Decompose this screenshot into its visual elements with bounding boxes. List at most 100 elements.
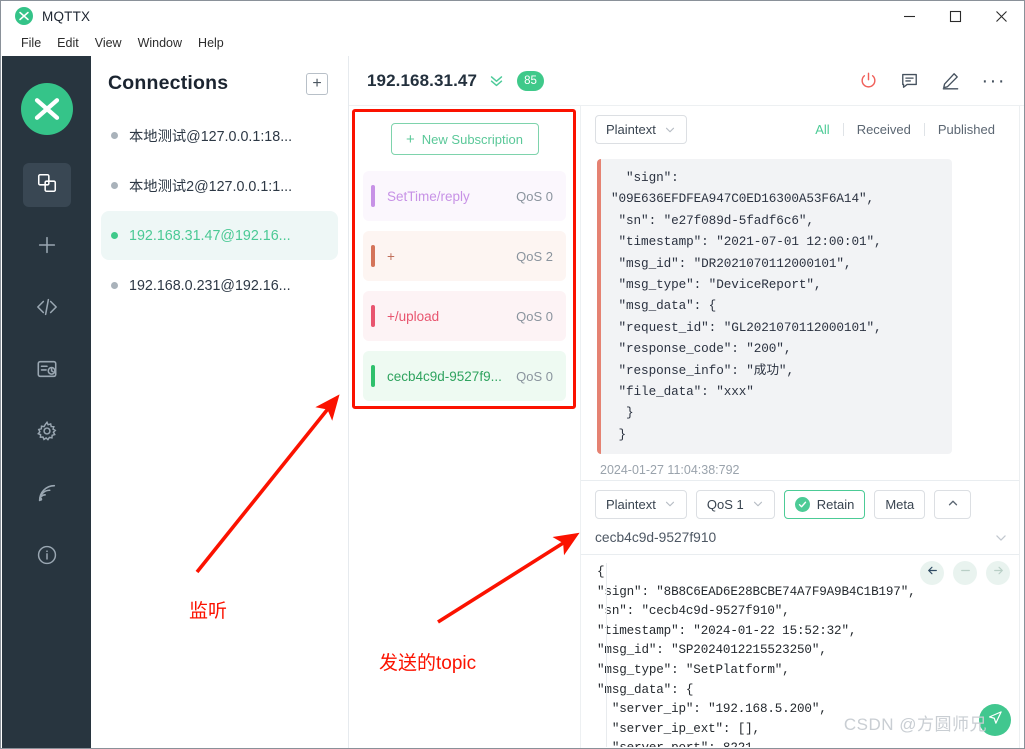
publish-qos-value: QoS 1 [706, 496, 744, 512]
connections-panel: Connections + 本地测试@127.0.0.1:18... 本地测试2… [91, 56, 349, 748]
annotation-label-listen: 监听 [189, 601, 228, 622]
list-item[interactable]: 本地测试2@127.0.0.1:1... [101, 161, 338, 210]
publish-format-value: Plaintext [606, 496, 656, 512]
connections-icon [36, 172, 58, 199]
messages-panel: Plaintext All Received Published "sign":… [581, 106, 1024, 481]
rail-item-new-connection[interactable] [23, 225, 71, 269]
mqttx-logo-icon [20, 83, 73, 135]
app-title: MQTTX [42, 8, 91, 24]
chevron-down-icon [752, 498, 764, 510]
connections-list: 本地测试@127.0.0.1:18... 本地测试2@127.0.0.1:1..… [91, 111, 348, 310]
subscription-topic: + [387, 248, 395, 264]
rail-item-settings[interactable] [23, 411, 71, 455]
message-icon[interactable] [900, 71, 919, 90]
collapse-publish-button[interactable] [934, 489, 972, 519]
status-dot-icon [111, 282, 118, 289]
editor-indent-guide [606, 563, 607, 747]
connections-header: Connections + [91, 56, 348, 111]
minus-icon [959, 564, 972, 582]
arrow-right-icon [992, 564, 1005, 582]
publish-format-select[interactable]: Plaintext [595, 489, 687, 519]
subscription-qos: QoS 0 [516, 188, 553, 204]
list-item[interactable]: cecb4c9d-9527f9... QoS 0 [363, 351, 566, 401]
messages-toolbar: Plaintext All Received Published [581, 106, 1024, 153]
subscription-list: SetTime/reply QoS 0 + QoS 2 +/upload QoS… [349, 155, 580, 401]
list-item[interactable]: 192.168.31.47@192.16... [101, 211, 338, 260]
mqttx-logo-icon [15, 7, 33, 25]
add-connection-button[interactable]: + [306, 72, 328, 95]
messages-scroll-area[interactable]: "sign": "09E636EFDFEA947C0ED16300A53F6A1… [581, 153, 1024, 481]
check-icon [794, 496, 810, 512]
plus-icon: + [406, 130, 415, 148]
status-dot-icon [111, 232, 118, 239]
maximize-icon[interactable] [932, 1, 978, 31]
status-dot-icon [111, 182, 118, 189]
publish-topic-value: cecb4c9d-9527f910 [595, 530, 717, 545]
filter-received[interactable]: Received [844, 122, 924, 137]
rail-item-scripts[interactable] [23, 287, 71, 331]
edit-icon[interactable] [941, 71, 960, 90]
retain-label: Retain [816, 496, 855, 512]
new-subscription-label: New Subscription [421, 131, 523, 147]
chevron-down-icon [664, 498, 676, 510]
message-timestamp: 2024-01-27 11:04:38:792 [600, 463, 740, 478]
subscription-color-bar [371, 245, 375, 267]
editor-back-button[interactable] [920, 561, 944, 585]
list-item[interactable]: SetTime/reply QoS 0 [363, 171, 566, 221]
list-item[interactable]: + QoS 2 [363, 231, 566, 281]
menu-view[interactable]: View [87, 33, 130, 54]
list-item[interactable]: 192.168.0.231@192.16... [101, 261, 338, 310]
subscription-qos: QoS 2 [516, 248, 553, 264]
publish-toolbar: Plaintext QoS 1 Retain Meta [581, 481, 1024, 521]
filter-published[interactable]: Published [925, 122, 1008, 137]
plus-icon [36, 234, 58, 261]
more-options-button[interactable]: ··· [982, 71, 1006, 91]
status-badge: 85 [517, 70, 545, 91]
menu-window[interactable]: Window [130, 33, 190, 54]
new-subscription-button[interactable]: + New Subscription [390, 123, 539, 155]
list-item[interactable]: +/upload QoS 0 [363, 291, 566, 341]
publish-topic-input[interactable]: cecb4c9d-9527f910 [581, 521, 1024, 555]
subscription-topic: cecb4c9d-9527f9... [387, 368, 502, 384]
subscription-topic: +/upload [387, 308, 440, 324]
meta-button[interactable]: Meta [874, 489, 926, 519]
power-icon[interactable] [859, 71, 878, 90]
chevron-down-icon [664, 124, 676, 136]
editor-minus-button[interactable] [953, 561, 977, 585]
chevron-up-icon [947, 497, 959, 512]
broadcast-icon [36, 482, 58, 509]
publish-panel: Plaintext QoS 1 Retain Meta cecb4c9d-952… [581, 481, 1024, 748]
rail-item-broadcast[interactable] [23, 473, 71, 517]
chevron-double-down-icon[interactable] [488, 72, 505, 89]
vertical-scrollbar[interactable] [1019, 106, 1024, 748]
list-item[interactable]: 本地测试@127.0.0.1:18... [101, 111, 338, 160]
log-icon [36, 358, 58, 385]
editor-forward-button[interactable] [986, 561, 1010, 585]
rail-item-log[interactable] [23, 349, 71, 393]
status-dot-icon [111, 132, 118, 139]
connection-name: 192.168.31.47@192.16... [129, 227, 291, 244]
filter-all[interactable]: All [802, 122, 842, 137]
message-filters: All Received Published [802, 122, 1008, 137]
connection-name: 本地测试@127.0.0.1:18... [129, 129, 293, 145]
menu-help[interactable]: Help [190, 33, 232, 54]
message-format-value: Plaintext [606, 122, 656, 137]
menu-edit[interactable]: Edit [49, 33, 87, 54]
message-format-select[interactable]: Plaintext [595, 115, 687, 144]
connection-name: 192.168.0.231@192.16... [129, 277, 291, 294]
menu-file[interactable]: File [13, 33, 49, 54]
rail-item-about[interactable] [23, 535, 71, 579]
rail-items [2, 163, 91, 597]
close-icon[interactable] [978, 1, 1024, 31]
subscription-color-bar [371, 365, 375, 387]
menu-bar: File Edit View Window Help [1, 31, 1024, 56]
retain-toggle[interactable]: Retain [783, 489, 866, 519]
message-bubble[interactable]: "sign": "09E636EFDFEA947C0ED16300A53F6A1… [597, 159, 952, 455]
info-icon [36, 544, 58, 571]
subscription-qos: QoS 0 [516, 308, 553, 324]
minimize-icon[interactable] [886, 1, 932, 31]
publish-qos-select[interactable]: QoS 1 [695, 489, 775, 519]
gear-icon [36, 420, 58, 447]
chevron-down-icon[interactable] [994, 531, 1008, 545]
rail-item-connections[interactable] [22, 163, 71, 207]
